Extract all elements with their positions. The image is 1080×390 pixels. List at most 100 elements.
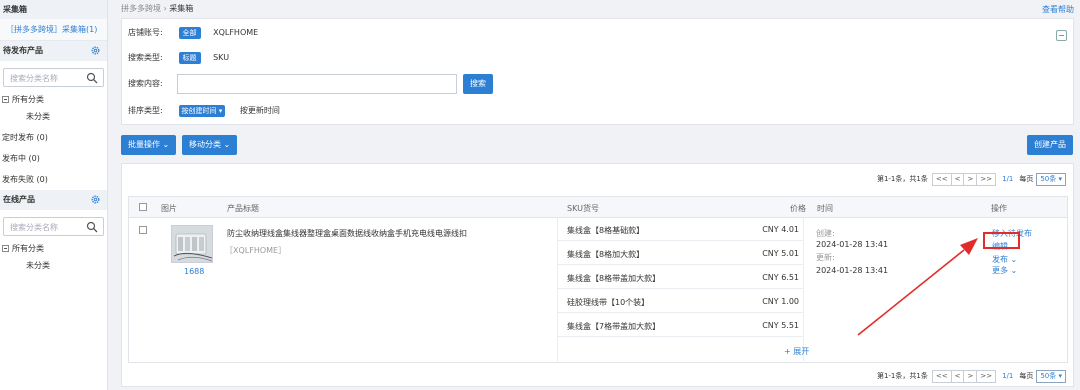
category-search-placeholder: 搜索分类名称 bbox=[10, 74, 58, 83]
type-tag-title[interactable]: 标题 bbox=[178, 52, 201, 64]
next-page-button[interactable]: > bbox=[963, 172, 978, 186]
type-label: 搜索类型: bbox=[128, 53, 163, 62]
page-number: 1/1 bbox=[1002, 175, 1014, 183]
filter-row-content: 搜索内容: bbox=[128, 77, 176, 91]
sku-price: CNY 5.01 bbox=[762, 249, 799, 258]
search-icon[interactable] bbox=[86, 221, 98, 233]
more-link[interactable]: 更多 ⌄ bbox=[992, 265, 1017, 276]
sidebar: 采集箱 ［拼多多跨境］采集箱(1) 待发布产品 搜索分类名称 所有分类 未分类 … bbox=[0, 0, 108, 390]
first-page-button[interactable]: << bbox=[931, 369, 952, 383]
created-label: 创建: bbox=[816, 229, 835, 238]
created-time: 2024-01-28 13:41 bbox=[816, 240, 889, 249]
prev-page-button[interactable]: < bbox=[950, 369, 965, 383]
sku-name: 集线盒【8格加大款】 bbox=[567, 250, 645, 259]
chevron-down-icon: ⌄ bbox=[1010, 266, 1018, 275]
shop-tag-all[interactable]: 全部 bbox=[178, 27, 201, 39]
updated-time: 2024-01-28 13:41 bbox=[816, 266, 889, 275]
more-label: 更多 bbox=[992, 266, 1008, 275]
category-search-placeholder: 搜索分类名称 bbox=[10, 223, 58, 232]
sort-option-updated[interactable]: 按更新时间 bbox=[240, 106, 280, 115]
page-number: 1/1 bbox=[1002, 372, 1014, 380]
category-search-input[interactable]: 搜索分类名称 bbox=[3, 68, 104, 87]
prev-page-button[interactable]: < bbox=[950, 172, 965, 186]
last-page-button[interactable]: >> bbox=[976, 172, 997, 186]
gear-icon[interactable] bbox=[90, 45, 101, 56]
search-button[interactable]: 搜索 bbox=[463, 74, 493, 94]
header-title: 产品标题 bbox=[227, 204, 259, 213]
move-category-button[interactable]: 移动分类 ⌄ bbox=[182, 135, 238, 155]
sku-price: CNY 4.01 bbox=[762, 225, 799, 234]
sort-select[interactable]: 按创建时间 ▾ bbox=[178, 105, 226, 117]
category-tree-online: 所有分类 未分类 bbox=[0, 240, 107, 274]
highlight-box bbox=[983, 232, 1020, 249]
breadcrumb-parent[interactable]: 拼多多跨境 bbox=[121, 4, 161, 13]
sku-name: 硅胶理线带【10个装】 bbox=[567, 298, 650, 307]
product-title[interactable]: 防尘收纳理线盒集线器整理盒桌面数据线收纳盒手机充电线电源线扣 bbox=[227, 228, 467, 239]
tree-item-all-label: 所有分类 bbox=[12, 244, 44, 253]
collapse-icon[interactable] bbox=[2, 245, 9, 252]
category-search-input-online[interactable]: 搜索分类名称 bbox=[3, 217, 104, 236]
pagination-summary: 第1-1条，共1条 bbox=[876, 175, 928, 183]
move-category-label: 移动分类 bbox=[189, 140, 221, 149]
gear-icon[interactable] bbox=[90, 194, 101, 205]
batch-action-button[interactable]: 批量操作 ⌄ bbox=[121, 135, 177, 155]
chevron-down-icon: ⌄ bbox=[162, 140, 170, 149]
product-thumbnail[interactable] bbox=[171, 225, 213, 263]
per-page-select[interactable]: 50条 ▾ bbox=[1036, 369, 1066, 383]
tree-item-all-label: 所有分类 bbox=[12, 95, 44, 104]
sidebar-link-collect-box[interactable]: ［拼多多跨境］采集箱(1) bbox=[0, 19, 107, 41]
product-brand: ［XQLFHOME］ bbox=[225, 246, 287, 255]
pagination-summary: 第1-1条，共1条 bbox=[876, 372, 928, 380]
sidebar-section-online: 在线产品 bbox=[0, 190, 107, 210]
per-page-value: 50条 bbox=[1040, 371, 1057, 380]
search-content-input[interactable] bbox=[177, 74, 457, 94]
product-source-link[interactable]: 1688 bbox=[184, 267, 204, 276]
first-page-button[interactable]: << bbox=[931, 172, 952, 186]
row-checkbox[interactable] bbox=[139, 226, 147, 234]
sidebar-item-scheduled[interactable]: 定时发布 (0) bbox=[0, 127, 107, 148]
tree-item-uncategorized[interactable]: 未分类 bbox=[2, 108, 107, 125]
shop-option[interactable]: XQLFHOME bbox=[213, 28, 258, 37]
product-table: 图片 产品标题 SKU货号 价格 时间 操作 1688 防尘收纳理线盒集线器整理… bbox=[128, 196, 1068, 363]
chevron-down-icon: ⌄ bbox=[223, 140, 231, 149]
breadcrumb: 拼多多跨境 › 采集箱 bbox=[121, 3, 193, 14]
header-image: 图片 bbox=[161, 204, 177, 213]
type-option-sku[interactable]: SKU bbox=[213, 53, 229, 62]
help-link[interactable]: 查看帮助 bbox=[1042, 4, 1074, 15]
filter-panel: 店铺账号: 全部 XQLFHOME 搜索类型: 标题 SKU 搜索内容: 搜索 … bbox=[121, 18, 1074, 125]
shop-label: 店铺账号: bbox=[128, 28, 163, 37]
sku-price: CNY 6.51 bbox=[762, 273, 799, 282]
header-actions: 操作 bbox=[991, 204, 1007, 213]
sidebar-section-pending-label: 待发布产品 bbox=[3, 46, 43, 55]
sort-select-value: 按创建时间 bbox=[181, 107, 217, 115]
header-price: 价格 bbox=[790, 204, 806, 213]
filter-row-shop: 店铺账号: 全部 XQLFHOME bbox=[128, 26, 258, 40]
publish-link[interactable]: 发布 ⌄ bbox=[992, 254, 1017, 265]
content-label: 搜索内容: bbox=[128, 79, 163, 88]
sku-row: 集线盒【8格带盖加大款】 CNY 6.51 bbox=[557, 266, 803, 289]
per-page-value: 50条 bbox=[1040, 174, 1057, 183]
tree-item-all[interactable]: 所有分类 bbox=[2, 240, 107, 257]
expand-sku-link[interactable]: + 展开 bbox=[784, 346, 809, 357]
sidebar-item-publishing[interactable]: 发布中 (0) bbox=[0, 148, 107, 169]
per-page-label: 每页 bbox=[1019, 372, 1034, 380]
publish-label: 发布 bbox=[992, 255, 1008, 264]
tree-item-uncategorized[interactable]: 未分类 bbox=[2, 257, 107, 274]
next-page-button[interactable]: > bbox=[963, 369, 978, 383]
per-page-select[interactable]: 50条 ▾ bbox=[1036, 172, 1066, 186]
last-page-button[interactable]: >> bbox=[976, 369, 997, 383]
create-product-button[interactable]: 创建产品 bbox=[1027, 135, 1073, 155]
tree-item-all[interactable]: 所有分类 bbox=[2, 91, 107, 108]
breadcrumb-current: 采集箱 bbox=[169, 4, 194, 13]
search-icon[interactable] bbox=[86, 72, 98, 84]
product-image bbox=[172, 226, 212, 262]
select-all-checkbox[interactable] bbox=[139, 203, 147, 211]
header-time: 时间 bbox=[817, 204, 833, 213]
sidebar-item-failed[interactable]: 发布失败 (0) bbox=[0, 169, 107, 190]
batch-action-label: 批量操作 bbox=[128, 140, 160, 149]
product-panel: 第1-1条，共1条 << < > >> 1/1 每页 50条 ▾ 图片 产品标题… bbox=[121, 163, 1074, 387]
collapse-filter-icon[interactable] bbox=[1056, 30, 1067, 41]
chevron-down-icon: ⌄ bbox=[1010, 255, 1018, 264]
collapse-icon[interactable] bbox=[2, 96, 9, 103]
per-page-label: 每页 bbox=[1019, 175, 1034, 183]
